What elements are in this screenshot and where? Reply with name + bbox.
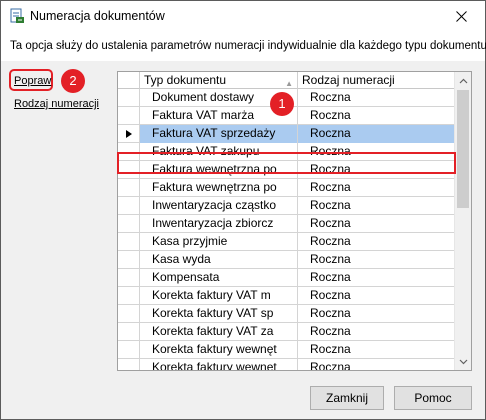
cell-rodzaj-numeracji[interactable]: Roczna	[298, 359, 455, 370]
table-row[interactable]: Inwentaryzacja cząstko Roczna	[118, 197, 455, 215]
table-row[interactable]: Korekta faktury wewnęt Roczna	[118, 359, 455, 370]
row-indicator-cell	[118, 197, 140, 215]
grid-header: Typ dokumentu ▲ Rodzaj numeracji	[118, 72, 455, 89]
table-row[interactable]: Faktura wewnętrzna po Roczna	[118, 161, 455, 179]
cell-rodzaj-numeracji[interactable]: Roczna	[298, 233, 455, 251]
cell-typ-dokumentu[interactable]: Faktura VAT sprzedaży	[140, 125, 298, 143]
row-indicator-cell	[118, 107, 140, 125]
table-row[interactable]: Korekta faktury wewnęt Roczna	[118, 341, 455, 359]
cell-rodzaj-numeracji[interactable]: Roczna	[298, 287, 455, 305]
table-row[interactable]: Korekta faktury VAT za Roczna	[118, 323, 455, 341]
header-indicator-cell	[118, 72, 140, 89]
grid-rows: Dokument dostawy Roczna Faktura VAT marża R…	[118, 89, 455, 370]
cell-rodzaj-numeracji[interactable]: Roczna	[298, 305, 455, 323]
row-indicator-cell	[118, 89, 140, 107]
row-indicator-cell	[118, 215, 140, 233]
column-header-typ[interactable]: Typ dokumentu ▲	[140, 72, 298, 89]
table-row[interactable]: Faktura wewnętrzna po Roczna	[118, 179, 455, 197]
step-badge-1: 1	[270, 92, 294, 116]
row-indicator-cell	[118, 143, 140, 161]
dialog-content: Ta opcja służy do ustalenia parametrów n…	[1, 31, 486, 419]
document-numbering-icon	[10, 8, 24, 23]
table-row[interactable]: Korekta faktury VAT sp Roczna	[118, 305, 455, 323]
cell-rodzaj-numeracji[interactable]: Roczna	[298, 197, 455, 215]
row-indicator-cell	[118, 305, 140, 323]
table-row[interactable]: Kasa przyjmie Roczna	[118, 233, 455, 251]
cell-typ-dokumentu[interactable]: Faktura VAT zakupu	[140, 143, 298, 161]
close-button[interactable]: Zamknij	[310, 386, 384, 410]
vertical-scrollbar[interactable]	[454, 72, 471, 370]
table-row[interactable]: Faktura VAT sprzedaży Roczna	[118, 125, 455, 143]
cell-typ-dokumentu[interactable]: Korekta faktury VAT sp	[140, 305, 298, 323]
dialog-window: Numeracja dokumentów Ta opcja służy do u…	[0, 0, 486, 420]
row-indicator-cell	[118, 179, 140, 197]
chevron-down-icon	[459, 359, 468, 364]
row-indicator-cell	[118, 359, 140, 370]
row-indicator-cell	[118, 323, 140, 341]
description-panel: Ta opcja służy do ustalenia parametrów n…	[1, 31, 486, 61]
cell-rodzaj-numeracji[interactable]: Roczna	[298, 89, 455, 107]
cell-typ-dokumentu[interactable]: Inwentaryzacja zbiorcz	[140, 215, 298, 233]
close-icon	[455, 10, 467, 22]
row-indicator-cell	[118, 287, 140, 305]
row-indicator-cell	[118, 233, 140, 251]
close-window-button[interactable]	[439, 1, 483, 31]
cell-rodzaj-numeracji[interactable]: Roczna	[298, 107, 455, 125]
cell-rodzaj-numeracji[interactable]: Roczna	[298, 215, 455, 233]
cell-typ-dokumentu[interactable]: Kasa wyda	[140, 251, 298, 269]
cell-typ-dokumentu[interactable]: Kasa przyjmie	[140, 233, 298, 251]
rodzaj-numeracji-link[interactable]: Rodzaj numeracji	[14, 98, 99, 110]
row-indicator-cell	[118, 341, 140, 359]
scrollbar-thumb[interactable]	[457, 90, 469, 208]
current-row-arrow-icon	[126, 130, 132, 138]
scroll-up-button[interactable]	[455, 72, 471, 89]
cell-typ-dokumentu[interactable]: Korekta faktury VAT za	[140, 323, 298, 341]
cell-typ-dokumentu[interactable]: Korekta faktury wewnęt	[140, 359, 298, 370]
cell-typ-dokumentu[interactable]: Faktura wewnętrzna po	[140, 179, 298, 197]
cell-typ-dokumentu[interactable]: Inwentaryzacja cząstko	[140, 197, 298, 215]
row-indicator-cell	[118, 125, 140, 143]
window-title: Numeracja dokumentów	[30, 9, 165, 23]
column-header-typ-label: Typ dokumentu	[144, 73, 227, 87]
cell-rodzaj-numeracji[interactable]: Roczna	[298, 341, 455, 359]
cell-typ-dokumentu[interactable]: Kompensata	[140, 269, 298, 287]
cell-rodzaj-numeracji[interactable]: Roczna	[298, 179, 455, 197]
table-row[interactable]: Inwentaryzacja zbiorcz Roczna	[118, 215, 455, 233]
cell-typ-dokumentu[interactable]: Faktura wewnętrzna po	[140, 161, 298, 179]
row-indicator-cell	[118, 269, 140, 287]
scroll-down-button[interactable]	[455, 353, 471, 370]
title-bar[interactable]: Numeracja dokumentów	[1, 1, 485, 31]
cell-rodzaj-numeracji[interactable]: Roczna	[298, 323, 455, 341]
table-row[interactable]: Kasa wyda Roczna	[118, 251, 455, 269]
table-row[interactable]: Faktura VAT zakupu Roczna	[118, 143, 455, 161]
cell-rodzaj-numeracji[interactable]: Roczna	[298, 161, 455, 179]
row-indicator-cell	[118, 251, 140, 269]
help-button[interactable]: Pomoc	[394, 386, 472, 410]
chevron-up-icon	[459, 78, 468, 83]
cell-rodzaj-numeracji[interactable]: Roczna	[298, 143, 455, 161]
popraw-link[interactable]: Popraw	[14, 75, 51, 87]
table-row[interactable]: Korekta faktury VAT m Roczna	[118, 287, 455, 305]
cell-typ-dokumentu[interactable]: Korekta faktury VAT m	[140, 287, 298, 305]
description-text: Ta opcja służy do ustalenia parametrów n…	[10, 40, 486, 52]
row-indicator-cell	[118, 161, 140, 179]
cell-rodzaj-numeracji[interactable]: Roczna	[298, 269, 455, 287]
cell-rodzaj-numeracji[interactable]: Roczna	[298, 125, 455, 143]
step-badge-2: 2	[61, 69, 85, 93]
column-header-rodzaj[interactable]: Rodzaj numeracji	[298, 72, 455, 89]
table-row[interactable]: Kompensata Roczna	[118, 269, 455, 287]
cell-rodzaj-numeracji[interactable]: Roczna	[298, 251, 455, 269]
cell-typ-dokumentu[interactable]: Korekta faktury wewnęt	[140, 341, 298, 359]
document-types-grid: Typ dokumentu ▲ Rodzaj numeracji Dokumen…	[117, 71, 472, 371]
